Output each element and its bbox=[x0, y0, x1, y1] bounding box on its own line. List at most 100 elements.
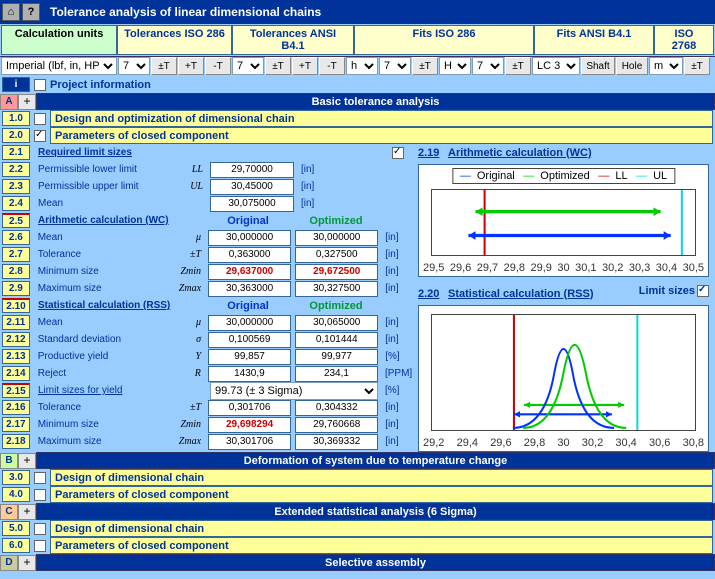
help-icon[interactable]: ? bbox=[22, 3, 40, 21]
idx-2.3: 2.3 bbox=[2, 179, 30, 194]
idx-2.16: 2.16 bbox=[2, 400, 30, 415]
idx-2.11: 2.11 bbox=[2, 315, 30, 330]
ac-max-opt: 30,327500 bbox=[295, 281, 378, 297]
ac-max-orig: 30,363000 bbox=[208, 281, 291, 297]
hole-button[interactable]: Hole bbox=[616, 57, 648, 75]
stat-chart: 29,229,429,629,83030,230,430,630,8 bbox=[418, 305, 709, 452]
chart1-legend: —Original —Optimized —LL —UL bbox=[452, 168, 675, 184]
section-A-expand[interactable]: + bbox=[18, 94, 36, 110]
sc-max-opt: 30,369332 bbox=[295, 434, 378, 450]
col-original2: Original bbox=[206, 300, 290, 312]
fit-H-grade[interactable]: 7 bbox=[472, 57, 504, 75]
upper-limit-label: Permissible upper limit bbox=[34, 181, 172, 192]
app-title: Tolerance analysis of linear dimensional… bbox=[42, 5, 321, 19]
projinfo-checkbox[interactable] bbox=[34, 79, 46, 91]
s5-checkbox[interactable] bbox=[34, 523, 46, 535]
sc-mean-opt: 30,065000 bbox=[295, 315, 378, 331]
section-C-tag[interactable]: C bbox=[0, 504, 18, 520]
shaft-button[interactable]: Shaft bbox=[581, 57, 615, 75]
iso-pT-button[interactable]: +T bbox=[178, 57, 204, 75]
col-optimized: Optimized bbox=[294, 215, 378, 227]
info-idx: i bbox=[2, 77, 30, 92]
sc-max-orig: 30,301706 bbox=[208, 434, 291, 450]
tol-iso-grade[interactable]: 7 bbox=[118, 57, 150, 75]
section-D-tag[interactable]: D bbox=[0, 555, 18, 571]
iso2768-label: ISO 2768 bbox=[654, 25, 714, 55]
s5-label: Design of dimensional chain bbox=[50, 520, 713, 537]
s4-label: Parameters of closed component bbox=[50, 486, 713, 503]
toolbar-controls: Imperial (lbf, in, HP…) 7 ±T +T -T 7 ±T … bbox=[0, 57, 715, 76]
idx-2.14: 2.14 bbox=[2, 366, 30, 381]
section-C-title: Extended statistical analysis (6 Sigma) bbox=[36, 503, 715, 520]
idx-3.0: 3.0 bbox=[2, 470, 30, 485]
sigma-select[interactable]: 99.73 (± 3 Sigma) bbox=[210, 382, 378, 400]
ac-tol-opt: 0,327500 bbox=[295, 247, 378, 263]
limit-sizes-checkbox[interactable] bbox=[697, 285, 709, 297]
idx-2.9: 2.9 bbox=[2, 281, 30, 296]
fit-h-grade[interactable]: 7 bbox=[379, 57, 411, 75]
ansi-pmT-button[interactable]: ±T bbox=[265, 57, 291, 75]
fit-H-select[interactable]: H bbox=[439, 57, 471, 75]
section-C-expand[interactable]: + bbox=[18, 504, 36, 520]
limit-yield-label: Limit sizes for yield bbox=[34, 385, 172, 396]
idx-2.8: 2.8 bbox=[2, 264, 30, 279]
ansi-mT-button[interactable]: -T bbox=[319, 57, 345, 75]
iso2768-select[interactable]: m bbox=[649, 57, 683, 75]
limit-sizes-label: Limit sizes bbox=[639, 285, 695, 297]
s6-checkbox[interactable] bbox=[34, 540, 46, 552]
params-closed-checkbox[interactable] bbox=[34, 130, 46, 142]
sc-sd-orig: 0,100569 bbox=[208, 332, 291, 348]
tol-iso-label: Tolerances ISO 286 bbox=[117, 25, 232, 55]
mean-value: 30,075000 bbox=[210, 196, 294, 212]
section-B-tag[interactable]: B bbox=[0, 453, 18, 469]
ac-tol-label: Tolerance bbox=[34, 249, 171, 260]
upper-limit-value[interactable]: 30,45000 bbox=[210, 179, 294, 195]
idx-2.13: 2.13 bbox=[2, 349, 30, 364]
title-bar: ⌂ ? Tolerance analysis of linear dimensi… bbox=[0, 0, 715, 24]
idx-2.10: 2.10 bbox=[2, 298, 30, 313]
idx-4.0: 4.0 bbox=[2, 487, 30, 502]
idx-2.17: 2.17 bbox=[2, 417, 30, 432]
idx-2.18: 2.18 bbox=[2, 434, 30, 449]
iso2768-pmT-button[interactable]: ±T bbox=[684, 57, 710, 75]
idx-2.4: 2.4 bbox=[2, 196, 30, 211]
sc-reject-opt: 234,1 bbox=[295, 366, 378, 382]
app-icon[interactable]: ⌂ bbox=[2, 3, 20, 21]
tol-ansi-grade[interactable]: 7 bbox=[232, 57, 264, 75]
iso-pmT-button[interactable]: ±T bbox=[151, 57, 177, 75]
lc-select[interactable]: LC 3 bbox=[532, 57, 580, 75]
sc-mean-orig: 30,000000 bbox=[208, 315, 291, 331]
chart1-axis: 29,529,629,729,829,93030,130,230,330,430… bbox=[419, 262, 708, 274]
design-chain-checkbox[interactable] bbox=[34, 113, 46, 125]
fit-H-pmT-button[interactable]: ±T bbox=[505, 57, 531, 75]
idx-2.15: 2.15 bbox=[2, 383, 30, 398]
fits-ansi-label: Fits ANSI B4.1 bbox=[534, 25, 654, 55]
ac-mean-opt: 30,000000 bbox=[295, 230, 378, 246]
section-B-expand[interactable]: + bbox=[18, 453, 36, 469]
section-A-title: Basic tolerance analysis bbox=[36, 93, 715, 110]
mean-unit: [in] bbox=[298, 198, 326, 209]
s4-checkbox[interactable] bbox=[34, 489, 46, 501]
s3-checkbox[interactable] bbox=[34, 472, 46, 484]
ac-min-opt: 29,672500 bbox=[295, 264, 378, 280]
iso-mT-button[interactable]: -T bbox=[205, 57, 231, 75]
idx-1.0: 1.0 bbox=[2, 111, 30, 126]
sc-min-orig: 29,698294 bbox=[208, 417, 291, 433]
col-original: Original bbox=[206, 215, 290, 227]
sc-tol-orig: 0,301706 bbox=[208, 400, 291, 416]
ac-min-label: Minimum size bbox=[34, 266, 171, 277]
sc-yield-orig: 99,857 bbox=[208, 349, 291, 365]
section-D-expand[interactable]: + bbox=[18, 555, 36, 571]
fit-h-select[interactable]: h bbox=[346, 57, 378, 75]
col-optimized2: Optimized bbox=[294, 300, 378, 312]
req-limit-checkbox[interactable] bbox=[392, 147, 404, 159]
s3-label: Design of dimensional chain bbox=[50, 469, 713, 486]
lower-limit-value[interactable]: 29,70000 bbox=[210, 162, 294, 178]
section-A-tag[interactable]: A bbox=[0, 94, 18, 110]
ansi-pT-button[interactable]: +T bbox=[292, 57, 318, 75]
calc-units-label: Calculation units bbox=[1, 25, 117, 55]
fit-pmT-button[interactable]: ±T bbox=[412, 57, 438, 75]
upper-limit-sym: UL bbox=[176, 181, 206, 192]
idx-6.0: 6.0 bbox=[2, 538, 30, 553]
units-select[interactable]: Imperial (lbf, in, HP…) bbox=[1, 57, 117, 75]
